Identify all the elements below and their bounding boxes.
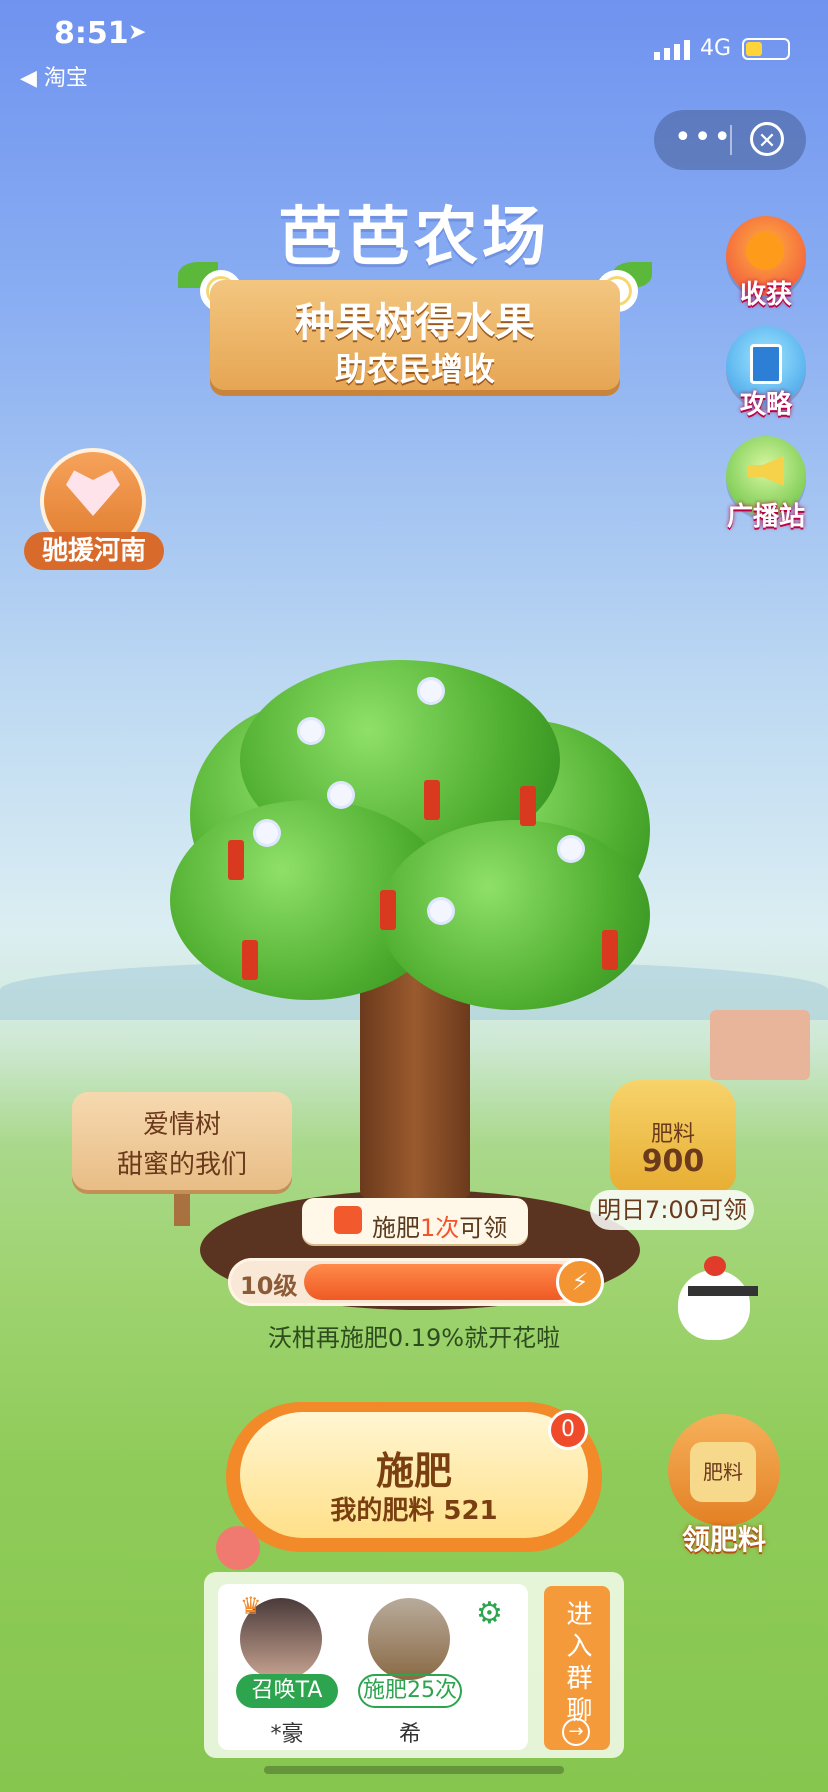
more-button[interactable]: ••• [674, 120, 733, 155]
back-to-app-link[interactable]: ◀ 淘宝 [20, 60, 88, 92]
banner-subline: 助农民增收 [334, 350, 495, 388]
blossom-icon [256, 822, 278, 844]
blossom-icon [420, 680, 442, 702]
fertilize-notice-text: 施肥1次可领 [372, 1214, 508, 1242]
fertilize-button-label[interactable]: 施肥 [240, 1440, 588, 1495]
arrow-right-icon[interactable]: → [562, 1718, 590, 1746]
sack-value: 900 [641, 1144, 705, 1179]
capsule-divider [730, 125, 732, 155]
tree-foliage[interactable] [380, 820, 650, 1010]
chicken-mask [688, 1286, 758, 1296]
fertilizer-bag-icon: 肥料 [690, 1442, 756, 1502]
member-name: 希 [398, 1722, 421, 1747]
page-title: 芭芭农场 [278, 201, 550, 275]
notification-badge: 0 [548, 1410, 588, 1450]
wish-tag-icon [602, 930, 618, 970]
location-arrow-icon: ➤ [128, 20, 147, 45]
guide-label[interactable]: 攻略 [711, 384, 821, 421]
sign-post [174, 1186, 190, 1226]
gift-icon [334, 1206, 362, 1234]
banner-headline: 种果树得水果 [295, 300, 535, 346]
wish-tag-icon [242, 940, 258, 980]
sign-title: 爱情树 [142, 1110, 221, 1140]
chicken-comb [704, 1256, 726, 1276]
lightning-icon[interactable]: ⚡ [556, 1258, 604, 1306]
crown-icon: ♛ [240, 1592, 262, 1620]
avatar[interactable] [368, 1598, 450, 1680]
wish-tag-icon [228, 840, 244, 880]
tree-level: 10级 [240, 1272, 298, 1300]
blossom-icon [560, 838, 582, 860]
wish-tag-icon [380, 890, 396, 930]
home-indicator [264, 1766, 564, 1774]
network-type: 4G [700, 36, 732, 61]
chicken-mascot[interactable] [678, 1270, 750, 1340]
wish-tag-icon [424, 780, 440, 820]
harvest-label[interactable]: 收获 [711, 274, 821, 311]
henan-aid-label[interactable]: 驰援河南 [24, 532, 164, 570]
couple-hearts-icon [216, 1526, 260, 1570]
get-fertilizer-label[interactable]: 领肥料 [664, 1518, 784, 1558]
battery-icon [742, 38, 790, 60]
join-group-label[interactable]: 进入群聊 [544, 1600, 610, 1728]
signal-icon [654, 40, 690, 60]
guide-icon [750, 344, 782, 384]
blossom-icon [430, 900, 452, 922]
close-button[interactable]: ✕ [750, 122, 784, 156]
sack-claim-time: 明日7:00可领 [590, 1190, 754, 1230]
my-fertilizer-amount[interactable]: 我的肥料 521 [240, 1490, 588, 1527]
orange-icon [746, 232, 784, 270]
blossom-icon [330, 784, 352, 806]
summon-button[interactable]: 召唤TA [236, 1674, 338, 1708]
wish-tag-icon [520, 786, 536, 826]
gear-icon[interactable]: ⚙ [476, 1596, 503, 1631]
fertilize-times-badge: 施肥25次 [358, 1674, 462, 1708]
growth-progress-fill [304, 1264, 576, 1300]
broadcast-label[interactable]: 广播站 [711, 496, 821, 533]
blossom-icon [300, 720, 322, 742]
member-name: *豪 [270, 1722, 304, 1747]
status-time: 8:51 [54, 16, 129, 51]
sign-subtitle: 甜蜜的我们 [116, 1150, 247, 1180]
fertilize-count: 1次 [420, 1214, 460, 1242]
farmhouse [710, 1010, 810, 1080]
